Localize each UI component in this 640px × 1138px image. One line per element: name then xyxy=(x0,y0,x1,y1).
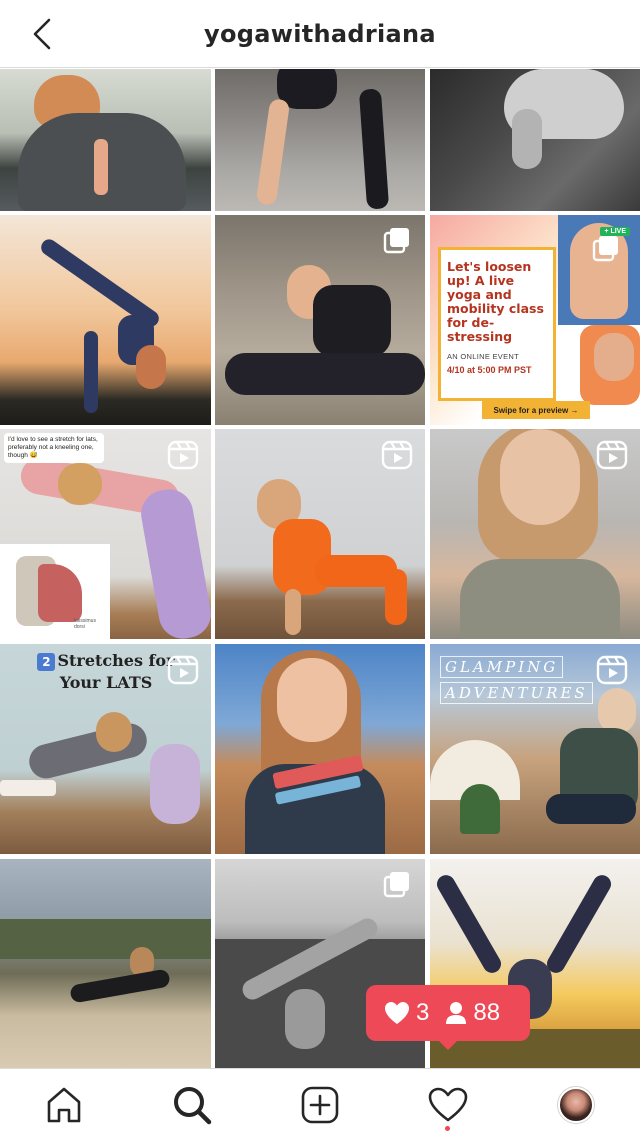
grid-post-5[interactable] xyxy=(215,215,425,425)
event-card: Let's loosen up! A live yoga and mobilit… xyxy=(438,247,556,401)
carousel-icon xyxy=(592,236,618,262)
back-button[interactable] xyxy=(22,14,62,54)
grid-post-6[interactable]: Let's loosen up! A live yoga and mobilit… xyxy=(430,215,640,425)
grid-post-8[interactable] xyxy=(215,429,425,639)
activity-notification-dot xyxy=(445,1126,450,1131)
number-badge: 2 xyxy=(37,652,56,671)
new-post-icon xyxy=(301,1086,339,1124)
top-header: yogawithadriana xyxy=(0,0,640,68)
nav-search[interactable] xyxy=(170,1083,214,1127)
nav-activity[interactable] xyxy=(426,1083,470,1127)
bottom-navigation xyxy=(0,1068,640,1138)
grid-post-12[interactable]: GLAMPING ADVENTURES xyxy=(430,644,640,854)
activity-heart-icon xyxy=(428,1087,468,1122)
grid-post-2[interactable] xyxy=(215,69,425,211)
comment-overlay: I'd love to see a stretch for lats, pref… xyxy=(4,433,104,463)
profile-username: yogawithadriana xyxy=(204,20,436,48)
stretches-line-1: Stretches for xyxy=(57,651,175,670)
heart-icon xyxy=(385,1002,409,1024)
chevron-left-icon xyxy=(33,18,51,50)
follows-count: 88 xyxy=(473,999,501,1026)
grid-post-10[interactable]: 2 Stretches for Your LATS xyxy=(0,644,211,854)
reel-icon xyxy=(167,655,199,685)
event-subline: AN ONLINE EVENT xyxy=(447,352,520,361)
carousel-icon xyxy=(383,228,409,254)
reel-icon xyxy=(596,655,628,685)
glamping-line-1: GLAMPING xyxy=(440,656,564,678)
profile-avatar xyxy=(558,1087,594,1123)
reel-icon xyxy=(381,440,413,470)
activity-popup[interactable]: 3 88 xyxy=(366,985,530,1050)
event-date: 4/10 at 5:00 PM PST xyxy=(447,365,532,375)
likes-count: 3 xyxy=(416,999,430,1026)
grid-post-7[interactable]: I'd love to see a stretch for lats, pref… xyxy=(0,429,211,639)
grid-post-13[interactable] xyxy=(0,859,211,1068)
glamping-line-2: ADVENTURES xyxy=(440,682,593,704)
home-icon xyxy=(47,1087,81,1123)
anatomy-label: latissimus dorsi xyxy=(74,618,96,630)
nav-profile[interactable] xyxy=(554,1083,598,1127)
carousel-icon xyxy=(383,872,409,898)
search-icon xyxy=(174,1087,212,1125)
reel-icon xyxy=(167,440,199,470)
reel-icon xyxy=(596,440,628,470)
swipe-preview-label: Swipe for a preview → xyxy=(482,401,590,419)
anatomy-illustration: latissimus dorsi xyxy=(0,543,110,639)
grid-post-4[interactable] xyxy=(0,215,211,425)
nav-new-post[interactable] xyxy=(298,1083,342,1127)
grid-post-3[interactable] xyxy=(430,69,640,211)
post-grid: Let's loosen up! A live yoga and mobilit… xyxy=(0,69,640,1068)
person-icon xyxy=(446,1002,467,1024)
grid-post-9[interactable] xyxy=(430,429,640,639)
grid-post-11[interactable] xyxy=(215,644,425,854)
event-headline: Let's loosen up! A live yoga and mobilit… xyxy=(447,259,544,344)
nav-home[interactable] xyxy=(42,1083,86,1127)
grid-post-1[interactable] xyxy=(0,69,211,211)
